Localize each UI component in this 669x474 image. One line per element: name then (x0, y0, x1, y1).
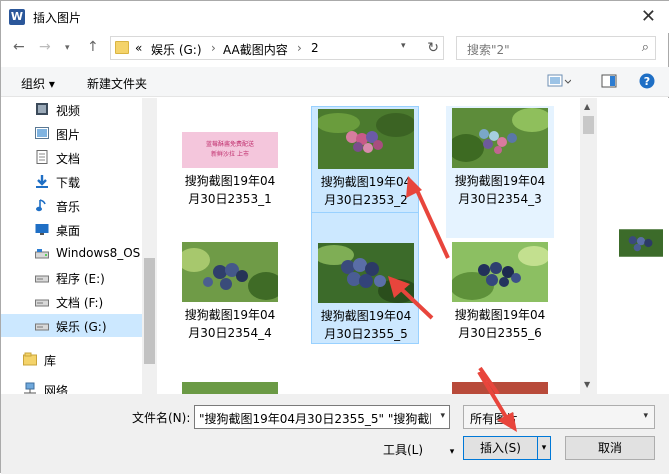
file-list: 蓝莓酥酱免费配送 新鲜沙拉 上市 搜狗截图19年04 月30日2353_1 搜狗截… (158, 98, 579, 394)
nav-item-video[interactable]: 视频 (1, 98, 142, 121)
organize-menu[interactable]: 组织 ▾ (21, 75, 55, 92)
nav-item-pictures[interactable]: 图片 (1, 122, 142, 145)
scroll-down-icon[interactable]: ▼ (584, 380, 590, 389)
nav-label: 程序 (E:) (56, 272, 105, 286)
library-icon (23, 352, 37, 366)
breadcrumb-drive[interactable]: 娱乐 (G:) (151, 41, 202, 58)
documents-icon (36, 150, 48, 164)
close-icon[interactable]: ✕ (641, 6, 656, 27)
drive-icon (35, 275, 49, 283)
breadcrumb-separator: › (297, 41, 302, 55)
nav-item-network[interactable]: 网络 (1, 378, 130, 394)
view-options-icon[interactable] (547, 73, 571, 89)
breadcrumb-separator: › (211, 41, 216, 55)
nav-scrollbar-thumb[interactable] (144, 258, 155, 364)
help-icon[interactable]: ? (639, 73, 655, 89)
insert-button[interactable]: 插入(S) (463, 436, 538, 460)
navigation-pane: 视频 图片 文档 下载 音乐 桌面 Windows8_OS 程序 (E:) 文档… (1, 98, 157, 394)
dialog-footer: 文件名(N): "搜狗截图19年04月30日2355_5" "搜狗截图 ▾ 所有… (1, 372, 669, 474)
address-bar[interactable]: « 娱乐 (G:) › AA截图内容 › 2 ▾ ↻ (110, 36, 444, 60)
nav-label: 桌面 (56, 224, 81, 238)
svg-text:?: ? (644, 75, 650, 88)
tools-dropdown-icon[interactable]: ▾ (450, 447, 455, 457)
file-list-scrollbar[interactable]: ▲ ▼ (580, 98, 597, 394)
search-box[interactable]: 搜索"2" ⌕ (456, 36, 656, 60)
insert-dropdown-button[interactable]: ▾ (537, 436, 551, 460)
nav-item-drive-f[interactable]: 文档 (F:) (1, 290, 142, 313)
nav-item-desktop[interactable]: 桌面 (1, 218, 142, 241)
nav-item-windows8-os[interactable]: Windows8_OS (1, 242, 142, 265)
nav-label: 娱乐 (G:) (56, 320, 107, 334)
network-icon (24, 382, 36, 394)
nav-scrollbar[interactable] (142, 98, 157, 394)
word-app-icon: W (9, 9, 25, 25)
search-input[interactable]: 搜索"2" (467, 41, 510, 58)
breadcrumb-overflow[interactable]: « (135, 41, 142, 55)
preview-pane (598, 98, 669, 394)
video-icon (36, 103, 48, 115)
nav-label: 下载 (56, 176, 81, 190)
nav-label: 音乐 (56, 200, 81, 214)
annotation-arrow (477, 372, 517, 432)
preview-pane-icon[interactable] (601, 73, 617, 89)
breadcrumb-current[interactable]: 2 (311, 41, 319, 55)
pictures-icon (35, 127, 49, 139)
nav-label: Windows8_OS (56, 246, 141, 260)
nav-item-library[interactable]: 库 (1, 348, 130, 371)
nav-item-drive-e[interactable]: 程序 (E:) (1, 266, 142, 289)
nav-item-documents[interactable]: 文档 (1, 146, 142, 169)
recent-dropdown-icon[interactable]: ▾ (65, 43, 70, 53)
breadcrumb-folder[interactable]: AA截图内容 (223, 41, 288, 58)
search-icon[interactable]: ⌕ (642, 40, 649, 55)
nav-label: 视频 (56, 104, 81, 118)
refresh-icon[interactable]: ↻ (427, 40, 439, 56)
drive-icon (35, 323, 49, 331)
command-bar: 组织 ▾ 新建文件夹 ? (1, 67, 669, 97)
filetype-dropdown-icon[interactable]: ▾ (643, 411, 648, 421)
nav-label: 文档 (F:) (56, 296, 104, 310)
nav-item-music[interactable]: 音乐 (1, 194, 142, 217)
preview-thumbnail (619, 229, 663, 257)
folder-icon (115, 41, 129, 54)
nav-item-downloads[interactable]: 下载 (1, 170, 142, 193)
nav-item-drive-g[interactable]: 娱乐 (G:) (1, 314, 142, 337)
drive-icon (35, 299, 49, 307)
insert-picture-dialog: W 插入图片 ✕ ← → ▾ ↑ « 娱乐 (G:) › AA截图内容 › 2 … (0, 0, 669, 474)
nav-label: 网络 (44, 384, 69, 394)
forward-icon[interactable]: → (39, 39, 51, 55)
filename-value[interactable]: "搜狗截图19年04月30日2355_5" "搜狗截图 (199, 410, 431, 427)
title-bar: W 插入图片 ✕ (1, 1, 669, 33)
nav-label: 文档 (56, 152, 81, 166)
drive-icon (35, 249, 49, 259)
nav-label: 库 (44, 354, 57, 368)
filename-field[interactable]: "搜狗截图19年04月30日2355_5" "搜狗截图 ▾ (194, 405, 450, 429)
music-icon (36, 199, 46, 212)
filename-dropdown-icon[interactable]: ▾ (440, 411, 445, 421)
new-folder-button[interactable]: 新建文件夹 (87, 75, 147, 92)
download-icon (36, 175, 48, 188)
tools-menu[interactable]: 工具(L) ▾ (383, 441, 454, 458)
cancel-button[interactable]: 取消 (565, 436, 655, 460)
window-title: 插入图片 (33, 11, 82, 25)
annotation-arrows (388, 176, 500, 394)
nav-label: 图片 (56, 128, 81, 142)
back-icon[interactable]: ← (13, 39, 25, 55)
scroll-up-icon[interactable]: ▲ (584, 102, 590, 111)
up-icon[interactable]: ↑ (87, 39, 99, 55)
filename-label: 文件名(N): (132, 411, 191, 425)
desktop-icon (35, 224, 49, 235)
scrollbar-thumb[interactable] (583, 116, 594, 134)
address-dropdown-icon[interactable]: ▾ (401, 41, 406, 51)
